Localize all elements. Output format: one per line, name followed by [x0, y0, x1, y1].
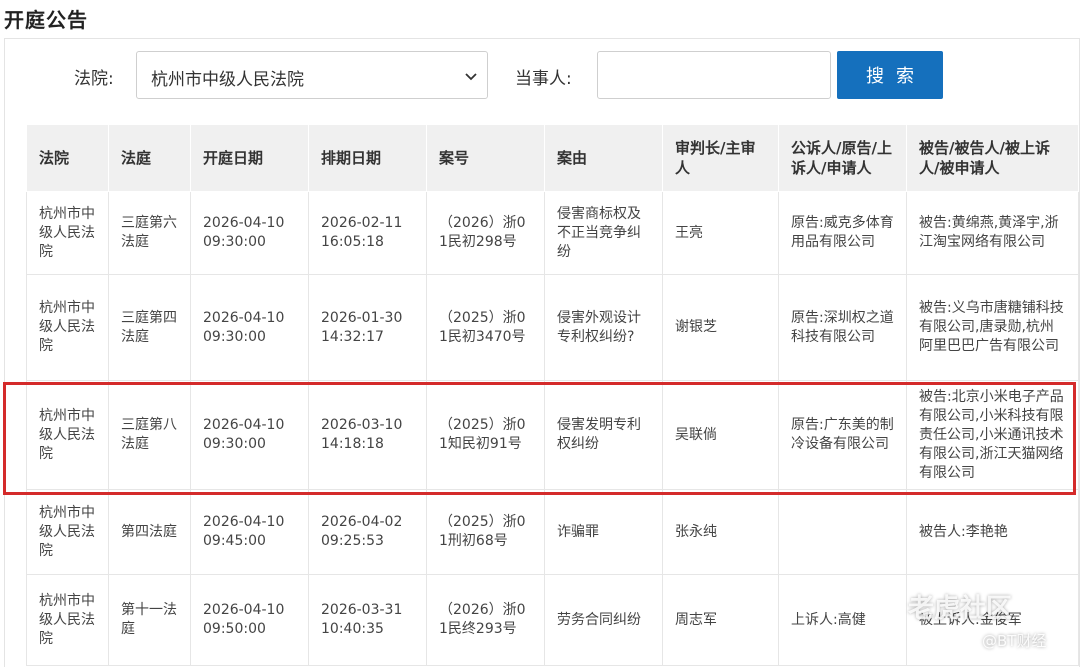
cell-case-number: （2025）浙01民初3470号: [426, 274, 545, 381]
column-header-court: 法院: [26, 124, 109, 192]
table-header-row: 法院 法庭 开庭日期 排期日期 案号 案由 审判长/主审人 公诉人/原告/上诉人…: [26, 124, 1079, 192]
cell-hearing-date: 2026-04-10 09:30:00: [190, 191, 309, 275]
cell-judge: 王亮: [662, 191, 779, 275]
cell-plaintiff: 原告:广东美的制冷设备有限公司: [778, 380, 907, 490]
cell-plaintiff: 原告:深圳权之道科技有限公司: [778, 274, 907, 381]
cell-defendant: 被告:黄绵燕,黄泽宇,浙江淘宝网络有限公司: [906, 191, 1079, 275]
table-row: 杭州市中级人民法院 第四法庭 2026-04-10 09:45:00 2026-…: [26, 489, 1079, 575]
cell-courtroom: 三庭第八法庭: [108, 380, 191, 490]
column-header-hearing-date: 开庭日期: [190, 124, 309, 192]
cell-hearing-date: 2026-04-10 09:30:00: [190, 380, 309, 490]
cell-defendant: 被告:义乌市唐糖铺科技有限公司,唐录勋,杭州阿里巴巴广告有限公司: [906, 274, 1079, 381]
cell-cause: 侵害商标权及不正当竞争纠纷: [544, 191, 663, 275]
cell-schedule-date: 2026-02-11 16:05:18: [308, 191, 427, 275]
search-button[interactable]: 搜索: [837, 51, 943, 99]
cell-schedule-date: 2026-01-30 14:32:17: [308, 274, 427, 381]
cell-court: 杭州市中级人民法院: [26, 380, 109, 490]
cell-case-number: （2026）浙01民初298号: [426, 191, 545, 275]
table-row: 杭州市中级人民法院 三庭第四法庭 2026-04-10 09:30:00 202…: [26, 274, 1079, 381]
cell-judge: 张永纯: [662, 489, 779, 575]
cell-defendant: 被告人:李艳艳: [906, 489, 1079, 575]
court-label: 法院:: [74, 69, 114, 89]
column-header-schedule-date: 排期日期: [308, 124, 427, 192]
cell-courtroom: 第四法庭: [108, 489, 191, 575]
cell-cause: 劳务合同纠纷: [544, 574, 663, 666]
cell-court: 杭州市中级人民法院: [26, 274, 109, 381]
cell-judge: 周志军: [662, 574, 779, 666]
column-header-judge: 审判长/主审人: [662, 124, 779, 192]
cell-judge: 谢银芝: [662, 274, 779, 381]
cell-schedule-date: 2026-03-31 10:40:35: [308, 574, 427, 666]
cell-courtroom: 三庭第六法庭: [108, 191, 191, 275]
cell-schedule-date: 2026-03-10 14:18:18: [308, 380, 427, 490]
watermark-source: @BT财经: [982, 632, 1047, 650]
party-label: 当事人:: [515, 69, 572, 89]
cell-case-number: （2025）浙01知民初91号: [426, 380, 545, 490]
cell-defendant: 被告:北京小米电子产品有限公司,小米科技有限责任公司,小米通讯技术有限公司,浙江…: [906, 380, 1079, 490]
cell-court: 杭州市中级人民法院: [26, 574, 109, 666]
cell-court: 杭州市中级人民法院: [26, 489, 109, 575]
cell-courtroom: 第十一法庭: [108, 574, 191, 666]
cell-court: 杭州市中级人民法院: [26, 191, 109, 275]
cell-plaintiff: 原告:威克多体育用品有限公司: [778, 191, 907, 275]
cell-judge: 吴联倘: [662, 380, 779, 490]
cell-hearing-date: 2026-04-10 09:50:00: [190, 574, 309, 666]
cell-case-number: （2026）浙01民终293号: [426, 574, 545, 666]
cell-hearing-date: 2026-04-10 09:30:00: [190, 274, 309, 381]
cell-plaintiff: 上诉人:高健: [778, 574, 907, 666]
column-header-defendant: 被告/被告人/被上诉人/被申请人: [906, 124, 1079, 192]
court-select-value: 杭州市中级人民法院: [151, 70, 304, 90]
court-select[interactable]: 杭州市中级人民法院: [136, 51, 488, 99]
results-table: 法院 法庭 开庭日期 排期日期 案号 案由 审判长/主审人 公诉人/原告/上诉人…: [26, 124, 1079, 666]
page-title: 开庭公告: [4, 8, 88, 32]
cell-cause: 侵害外观设计专利权纠纷?: [544, 274, 663, 381]
cell-plaintiff: [778, 489, 907, 575]
table-row-highlighted: 杭州市中级人民法院 三庭第八法庭 2026-04-10 09:30:00 202…: [26, 380, 1079, 490]
cell-courtroom: 三庭第四法庭: [108, 274, 191, 381]
chevron-down-icon: [465, 73, 477, 81]
column-header-courtroom: 法庭: [108, 124, 191, 192]
cell-cause: 侵害发明专利权纠纷: [544, 380, 663, 490]
party-input[interactable]: [597, 51, 831, 99]
table-row: 杭州市中级人民法院 三庭第六法庭 2026-04-10 09:30:00 202…: [26, 191, 1079, 275]
column-header-case-number: 案号: [426, 124, 545, 192]
cell-case-number: （2025）浙01刑初68号: [426, 489, 545, 575]
cell-cause: 诈骗罪: [544, 489, 663, 575]
column-header-cause: 案由: [544, 124, 663, 192]
cell-hearing-date: 2026-04-10 09:45:00: [190, 489, 309, 575]
cell-schedule-date: 2026-04-02 09:25:53: [308, 489, 427, 575]
watermark-community: 老虎社区: [908, 594, 1013, 624]
column-header-plaintiff: 公诉人/原告/上诉人/申请人: [778, 124, 907, 192]
